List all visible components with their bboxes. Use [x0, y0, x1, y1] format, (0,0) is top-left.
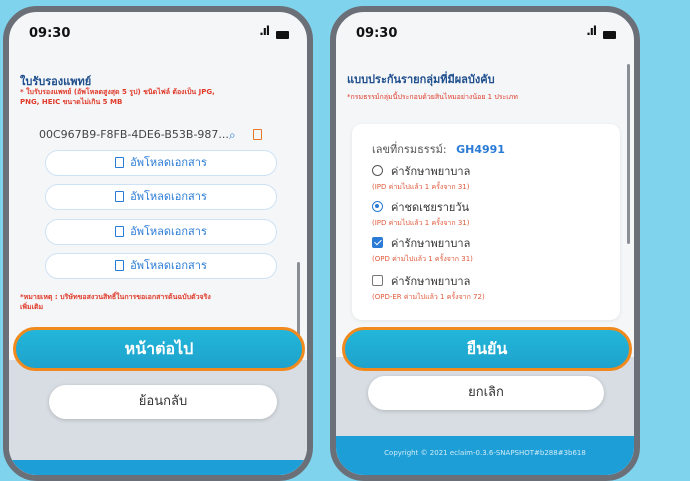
signal-icon: .ıl	[259, 24, 270, 38]
upload-note-line2: PNG, HEIC ขนาดไม่เกิน 5 MB	[20, 98, 123, 106]
option-label: ค่ารักษาพยาบาล	[391, 275, 471, 288]
policy-note: *กรมธรรม์กลุ่มนี้ประกอบด้วยสินไหมอย่างน้…	[347, 93, 518, 101]
upload-button-4[interactable]: อัพโหลดเอกสาร	[45, 253, 277, 279]
option-opd-er-treatment[interactable]: ค่ารักษาพยาบาล	[372, 272, 470, 290]
upload-button-3[interactable]: อัพโหลดเอกสาร	[45, 219, 277, 245]
back-button[interactable]: ย้อนกลับ	[49, 385, 277, 419]
battery-icon	[603, 31, 616, 39]
upload-label: อัพโหลดเอกสาร	[130, 225, 207, 238]
section-title: แบบประกันรายกลุ่มที่มีผลบังคับ	[347, 73, 495, 86]
phone-left: 09:30 .ıl ใบรับรองแพทย์ * ใบรับรองแพทย์ …	[3, 6, 313, 481]
option-opd-treatment[interactable]: ค่ารักษาพยาบาล	[372, 234, 470, 252]
preview-icon[interactable]: ⌕	[229, 128, 236, 143]
file-icon	[115, 260, 125, 271]
clock: 09:30	[356, 26, 398, 41]
signal-icon: .ıl	[586, 24, 597, 38]
clock: 09:30	[29, 26, 71, 41]
file-name: 00C967B9-F8FB-4DE6-B53B-987...	[39, 128, 229, 141]
remark-line1: *หมายเหตุ : บริษัทขอสงวนสิทธิ์ในการขอเอก…	[20, 293, 211, 301]
upload-label: อัพโหลดเอกสาร	[130, 259, 207, 272]
option-sub: (IPD ค่ามไปแล้ว 1 ครั้งจาก 31)	[372, 183, 470, 191]
option-label: ค่าชดเชยรายวัน	[391, 201, 470, 214]
upload-label: อัพโหลดเอกสาร	[130, 190, 207, 203]
next-button[interactable]: หน้าต่อไป	[13, 327, 305, 371]
remark-line2: เพิ่มเติม	[20, 303, 44, 311]
option-label: ค่ารักษาพยาบาล	[391, 237, 471, 250]
uploaded-file-row: 00C967B9-F8FB-4DE6-B53B-987... ⌕	[39, 128, 279, 144]
file-icon	[115, 226, 125, 237]
option-sub: (OPD ค่ามไปแล้ว 1 ครั้งจาก 31)	[372, 255, 473, 263]
file-icon	[115, 157, 125, 168]
confirm-button[interactable]: ยืนยัน	[342, 327, 632, 371]
policy-label: เลขที่กรมธรรม์:	[372, 143, 447, 156]
delete-icon[interactable]	[253, 129, 262, 140]
status-bar: 09:30 .ıl	[29, 24, 289, 50]
option-daily-compensation[interactable]: ค่าชดเชยรายวัน	[372, 198, 469, 216]
upload-button-1[interactable]: อัพโหลดเอกสาร	[45, 150, 277, 176]
checkbox-checked-icon	[372, 237, 383, 248]
phone-right: 09:30 .ıl แบบประกันรายกลุ่มที่มีผลบังคับ…	[330, 6, 640, 481]
status-bar: 09:30 .ıl	[356, 24, 616, 50]
footer	[9, 460, 307, 475]
option-label: ค่ารักษาพยาบาล	[391, 165, 471, 178]
option-sub: (IPD ค่ามไปแล้ว 1 ครั้งจาก 31)	[372, 219, 470, 227]
option-sub: (OPD-ER ค่ามไปแล้ว 1 ครั้งจาก 72)	[372, 293, 485, 301]
policy-number: GH4991	[456, 143, 505, 156]
file-icon	[115, 191, 125, 202]
upload-button-2[interactable]: อัพโหลดเอกสาร	[45, 184, 277, 210]
upload-note-line1: * ใบรับรองแพทย์ (อัพโหลดสูงสุด 5 รูป) ชน…	[20, 88, 215, 96]
policy-card: เลขที่กรมธรรม์: GH4991 ค่ารักษาพยาบาล (I…	[352, 124, 620, 320]
checkbox-icon	[372, 275, 383, 286]
scrollbar[interactable]	[627, 64, 630, 244]
radio-selected-icon	[372, 201, 383, 212]
option-ipd-treatment[interactable]: ค่ารักษาพยาบาล	[372, 162, 470, 180]
battery-icon	[276, 31, 289, 39]
radio-icon	[372, 165, 383, 176]
copyright: Copyright © 2021 eclaim-0.3.6-SNAPSHOT#b…	[384, 449, 586, 457]
footer	[336, 436, 634, 475]
upload-label: อัพโหลดเอกสาร	[130, 156, 207, 169]
cancel-button[interactable]: ยกเลิก	[368, 376, 604, 410]
policy-number-row: เลขที่กรมธรรม์: GH4991	[372, 140, 505, 158]
